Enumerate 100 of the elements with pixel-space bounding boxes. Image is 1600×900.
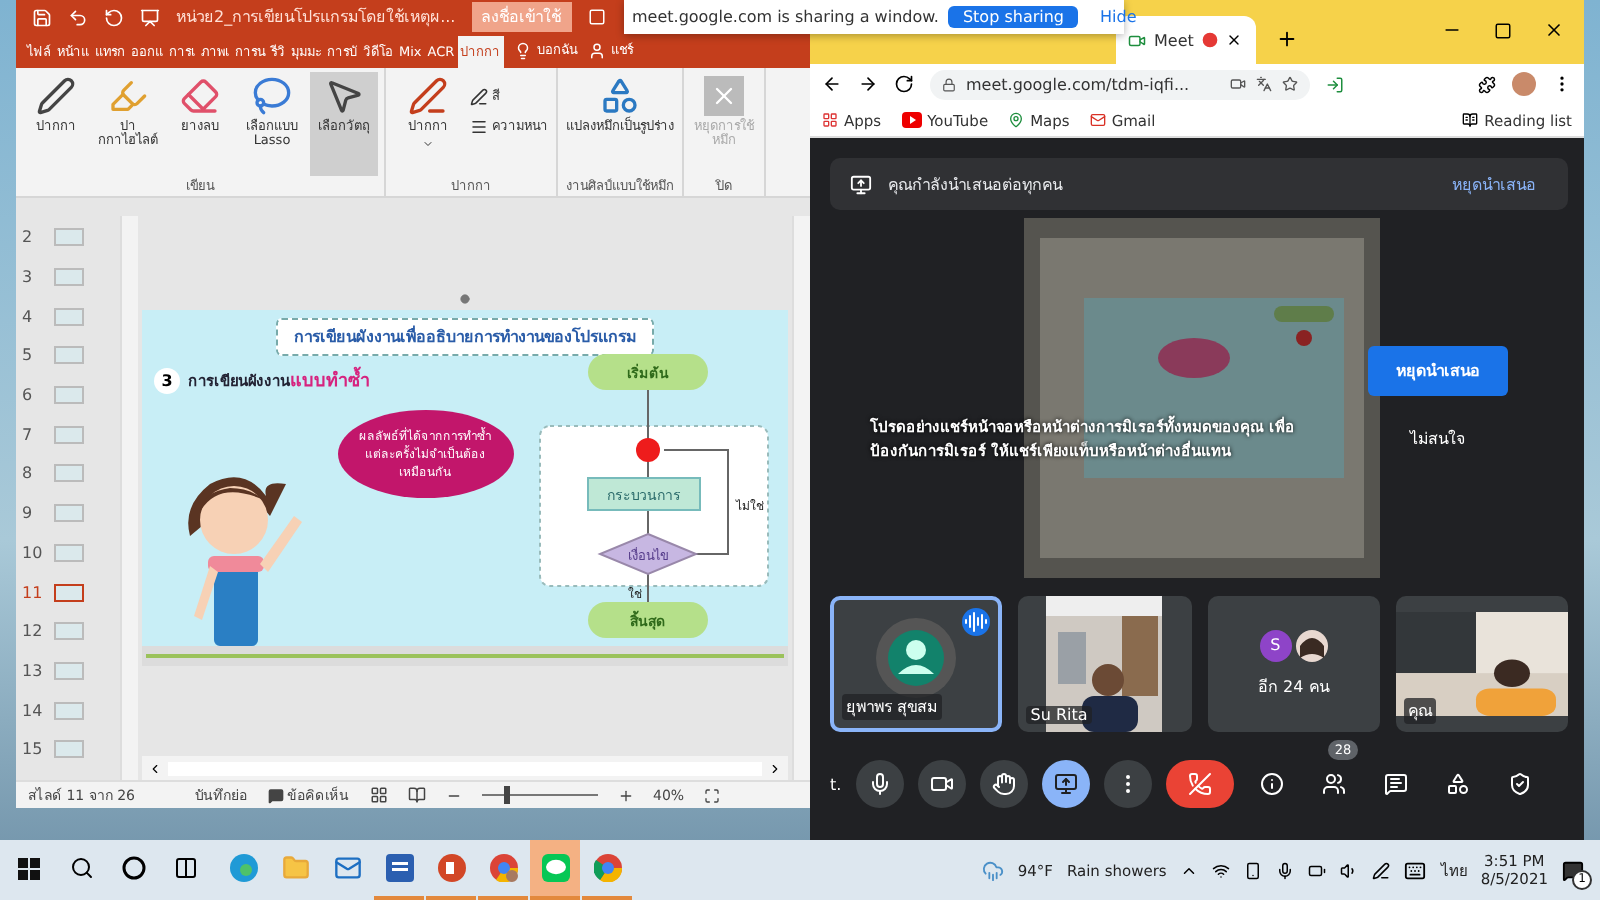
save-icon[interactable] (32, 7, 52, 27)
play-icon (901, 112, 922, 128)
slide-thumbnail[interactable] (54, 346, 84, 365)
more-button[interactable] (1103, 760, 1152, 808)
keyboard-icon[interactable] (1404, 859, 1427, 881)
slide-thumbnail[interactable] (54, 386, 84, 405)
map-pin-icon (1008, 112, 1025, 128)
back-icon[interactable] (822, 74, 842, 94)
fit-icon[interactable] (704, 787, 721, 803)
new-tab-icon[interactable] (1276, 28, 1298, 50)
video-camera-icon (1128, 31, 1146, 49)
participant-name: คุณ (1403, 698, 1436, 724)
scroll-right-icon[interactable] (768, 761, 782, 775)
participant-name: อีก 24 คน (1258, 675, 1329, 699)
slide-number: 12 (22, 622, 45, 641)
rotate-handle-icon[interactable] (460, 294, 470, 304)
slide-thumbnail[interactable] (54, 228, 84, 247)
slide-thumbnail[interactable] (54, 464, 84, 483)
close-tab-icon[interactable] (1225, 32, 1242, 48)
slide-thumbnail[interactable] (54, 504, 84, 523)
slide-number: 8 (22, 464, 35, 483)
extension-icon[interactable] (1326, 75, 1344, 93)
slide-thumbnail[interactable] (54, 701, 84, 720)
slide-thumbnail[interactable] (54, 268, 84, 287)
task-view-icon (173, 856, 197, 880)
slide-thumbnail[interactable] (54, 661, 84, 680)
microphone-button[interactable] (855, 760, 904, 808)
scrollbar[interactable] (792, 216, 810, 780)
screen-share-icon (1053, 772, 1078, 796)
phone-icon (1187, 772, 1212, 796)
star-icon[interactable] (1282, 76, 1298, 92)
dismiss-button[interactable]: ไม่สนใจ (1398, 424, 1478, 454)
slide-number: 9 (22, 504, 35, 523)
maximize-icon[interactable] (1494, 21, 1512, 39)
slide-number: 11 (22, 583, 45, 602)
extensions-icon[interactable] (1478, 75, 1496, 93)
info-icon (1259, 772, 1284, 796)
camera-icon[interactable] (1230, 76, 1246, 92)
volume-icon[interactable] (1340, 861, 1359, 879)
comment-icon (267, 787, 283, 803)
chat-icon (541, 854, 569, 882)
reading-view-icon[interactable] (407, 786, 425, 804)
battery-icon[interactable] (1308, 861, 1327, 879)
slide-thumbnail[interactable] (54, 425, 84, 444)
ribbon-display-icon[interactable] (587, 8, 606, 26)
hand-icon (991, 772, 1016, 796)
slideshow-icon[interactable] (140, 7, 160, 27)
forward-icon[interactable] (858, 74, 878, 94)
scroll-left-icon[interactable] (148, 761, 162, 775)
slide-number: 10 (22, 543, 45, 562)
slide-number: 14 (22, 701, 45, 720)
browser-icon (593, 854, 621, 882)
slide-thumbnail[interactable] (54, 307, 84, 326)
person-icon (587, 41, 606, 59)
presenting-banner: คุณกำลังนำเสนอต่อทุกคน หยุดนำเสนอ (830, 158, 1568, 210)
address-bar[interactable]: meet.google.com/tdm-iqfi... (930, 69, 1310, 99)
stop-sharing-button[interactable]: Stop sharing (948, 6, 1078, 28)
slide-number: 4 (22, 307, 35, 326)
slide-number: 3 (22, 268, 35, 287)
slide-thumbnail[interactable] (54, 583, 84, 602)
stop-presenting-button[interactable]: หยุดนำเสนอ (1368, 346, 1508, 396)
slide-number: 5 (22, 346, 35, 365)
pen-icon (36, 76, 76, 116)
avatar-icon[interactable] (1512, 72, 1536, 96)
step-number: 3 (154, 367, 180, 393)
present-icon (850, 173, 872, 195)
slide-thumbnail[interactable] (54, 543, 84, 562)
zoom-thumb[interactable] (504, 786, 511, 804)
sharing-message: meet.google.com is sharing a window. (632, 8, 939, 26)
redo-icon[interactable] (104, 7, 124, 27)
close-icon[interactable] (1544, 20, 1564, 40)
slide-number: 6 (22, 386, 35, 405)
slide-thumbnail[interactable] (54, 740, 84, 759)
activities-icon (1445, 772, 1470, 796)
zoom-in-icon[interactable] (617, 787, 633, 803)
camera-button[interactable] (917, 760, 966, 808)
windows-icon (18, 857, 40, 879)
slide-number: 7 (22, 425, 35, 444)
weather-icon (981, 859, 1004, 881)
wifi-icon[interactable] (1212, 861, 1231, 879)
normal-view-icon[interactable] (369, 786, 387, 804)
slide-thumbnail[interactable] (54, 622, 84, 641)
lasso-icon (252, 76, 292, 116)
end-call-button[interactable] (1165, 760, 1234, 808)
reload-icon[interactable] (894, 74, 914, 94)
browser-icon (489, 854, 517, 882)
translate-icon[interactable] (1256, 76, 1272, 92)
phone-icon[interactable] (1244, 861, 1263, 879)
present-button[interactable] (1041, 760, 1090, 808)
mic-icon (867, 772, 892, 796)
undo-icon[interactable] (68, 7, 88, 27)
participant-name: Su Rita (1026, 706, 1092, 724)
pen-icon[interactable] (1372, 861, 1391, 879)
raise-hand-button[interactable] (979, 760, 1028, 808)
participant-name: ยุพาพร สุขสม (842, 694, 942, 720)
stop-presenting-link[interactable]: หยุดนำเสนอ (1440, 169, 1548, 199)
pen-icon (470, 87, 488, 105)
search-icon (69, 856, 93, 880)
eraser-icon (180, 76, 220, 116)
microphone-icon[interactable] (1276, 861, 1295, 879)
